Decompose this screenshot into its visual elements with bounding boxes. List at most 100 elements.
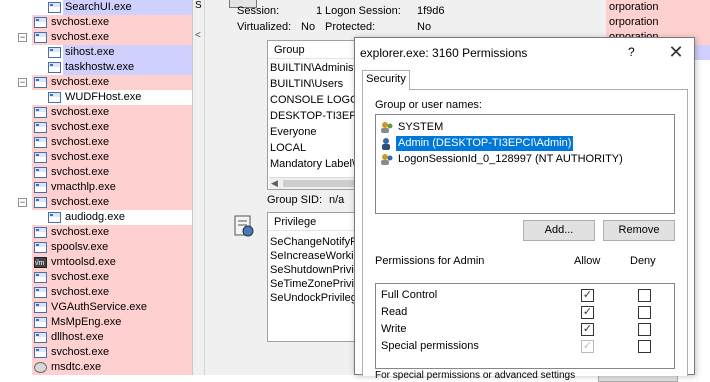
column-strip: S < xyxy=(192,0,204,375)
permissions-table: Full Control ✓ Read ✓ Write ✓ Special permissi… xyxy=(375,283,675,369)
process-row[interactable]: msdtc.exe xyxy=(32,360,192,375)
security-tab-panel: Group or user names: SYSTEM Admin (DESKTO… xyxy=(362,89,688,381)
process-name: svchost.exe xyxy=(49,345,192,360)
process-icon xyxy=(34,287,47,298)
process-icon xyxy=(34,302,47,313)
process-name: svchost.exe xyxy=(49,105,192,120)
collapse-toggle-icon[interactable]: − xyxy=(18,33,27,42)
process-row[interactable]: − svchost.exe xyxy=(18,195,192,210)
process-row[interactable]: svchost.exe xyxy=(32,120,192,135)
process-row[interactable]: svchost.exe xyxy=(32,285,192,300)
privilege-item[interactable]: SeTimeZonePrivile xyxy=(270,277,363,292)
user-name: LogonSessionId_0_128997 (NT AUTHORITY) xyxy=(398,153,623,165)
add-button[interactable]: Add... xyxy=(523,220,595,241)
process-row[interactable]: svchost.exe xyxy=(32,105,192,120)
remove-button[interactable]: Remove xyxy=(603,220,675,241)
privilege-icon xyxy=(234,215,254,237)
virtualized-label: Virtualized: xyxy=(237,21,292,33)
permission-row: Write ✓ xyxy=(376,322,674,339)
group-item[interactable]: BUILTIN\Users xyxy=(270,77,343,92)
process-name: svchost.exe xyxy=(49,150,192,165)
process-icon xyxy=(34,272,47,283)
allow-checkbox[interactable]: ✓ xyxy=(581,306,594,319)
process-tree[interactable]: SearchUI.exe svchost.exe − svchost.exe sihos… xyxy=(0,0,192,375)
privilege-column-header[interactable]: Privilege xyxy=(268,213,366,231)
process-row[interactable]: svchost.exe xyxy=(32,225,192,240)
process-icon xyxy=(34,152,47,163)
scroll-thumb[interactable] xyxy=(283,180,363,187)
allow-checkbox[interactable]: ✓ xyxy=(581,323,594,336)
deny-checkbox[interactable] xyxy=(638,340,651,353)
scroll-left-icon[interactable]: ◀ xyxy=(271,178,278,189)
process-row[interactable]: − svchost.exe xyxy=(18,75,192,90)
group-item[interactable]: BUILTIN\Administ xyxy=(270,61,357,76)
group-item[interactable]: CONSOLE LOGON xyxy=(270,93,366,108)
process-row[interactable]: MsMpEng.exe xyxy=(32,315,192,330)
collapse-toggle-icon[interactable]: − xyxy=(18,198,27,207)
process-row[interactable]: svchost.exe xyxy=(32,345,192,360)
advanced-settings-text: For special permissions or advanced sett… xyxy=(375,370,576,381)
dialog-title-bar[interactable]: explorer.exe: 3160 Permissions ? ✕ xyxy=(355,38,694,68)
collapse-toggle-icon[interactable]: − xyxy=(18,78,27,87)
process-row[interactable]: VGAuthService.exe xyxy=(32,300,192,315)
process-name: audiodg.exe xyxy=(63,210,192,225)
permission-row: Full Control ✓ xyxy=(376,288,674,305)
privileges-list[interactable]: Privilege SeChangeNotifyPr SeIncreaseWork… xyxy=(267,212,367,342)
allow-header: Allow xyxy=(574,255,601,267)
group-item[interactable]: LOCAL xyxy=(270,141,306,156)
process-row[interactable]: spoolsv.exe xyxy=(32,240,192,255)
help-button[interactable]: ? xyxy=(628,45,635,59)
deny-checkbox[interactable] xyxy=(638,323,651,336)
process-name: msdtc.exe xyxy=(49,360,192,375)
process-row[interactable]: svchost.exe xyxy=(32,165,192,180)
deny-checkbox[interactable] xyxy=(638,289,651,302)
process-row[interactable]: sihost.exe xyxy=(0,45,192,60)
process-icon xyxy=(34,32,47,43)
permissions-dialog: explorer.exe: 3160 Permissions ? ✕ Secur… xyxy=(354,37,695,381)
group-item[interactable]: Mandatory Label\N xyxy=(270,157,363,172)
privilege-item[interactable]: SeUndockPrivilege xyxy=(270,291,363,306)
scroll-left-arrow[interactable]: < xyxy=(195,30,201,41)
process-icon xyxy=(48,92,61,103)
process-row[interactable]: vmtoolsd.exe xyxy=(32,255,192,271)
process-row[interactable]: audiodg.exe xyxy=(0,210,192,225)
process-row[interactable]: dllhost.exe xyxy=(32,330,192,345)
process-row[interactable]: − svchost.exe xyxy=(18,30,192,45)
process-name: svchost.exe xyxy=(49,165,192,180)
service-icon xyxy=(34,362,47,373)
process-row[interactable]: svchost.exe xyxy=(32,135,192,150)
process-row[interactable]: svchost.exe xyxy=(32,150,192,165)
process-icon xyxy=(34,242,47,253)
privilege-item[interactable]: SeIncreaseWorkin xyxy=(270,249,360,264)
process-name: svchost.exe xyxy=(49,15,192,30)
allow-checkbox: ✓ xyxy=(581,340,594,353)
process-row[interactable]: WUDFHost.exe xyxy=(0,90,192,105)
permission-row: Special permissions ✓ xyxy=(376,339,674,356)
process-row[interactable]: svchost.exe xyxy=(32,270,192,285)
group-item[interactable]: DESKTOP-TI3EPC xyxy=(270,109,365,124)
process-row[interactable]: taskhostw.exe xyxy=(0,60,192,75)
privilege-item[interactable]: SeChangeNotifyPr xyxy=(270,235,361,250)
process-row[interactable]: svchost.exe xyxy=(32,15,192,30)
privilege-item[interactable]: SeShutdownPrivile xyxy=(270,263,362,278)
process-name: svchost.exe xyxy=(49,120,192,135)
group-item[interactable]: Everyone xyxy=(270,125,316,140)
process-icon xyxy=(34,167,47,178)
process-row[interactable]: SearchUI.exe xyxy=(0,0,192,15)
user-icon xyxy=(382,138,390,150)
groups-list[interactable]: Group ◀ BUILTIN\Administ BUILTIN\Users CON… xyxy=(267,40,367,190)
allow-checkbox[interactable]: ✓ xyxy=(581,289,594,302)
groups-horizontal-scrollbar[interactable]: ◀ xyxy=(269,177,365,189)
permission-name: Full Control xyxy=(381,289,438,301)
close-icon[interactable]: ✕ xyxy=(664,42,688,64)
group-column-header[interactable]: Group xyxy=(268,41,366,59)
process-icon xyxy=(34,197,47,208)
deny-checkbox[interactable] xyxy=(638,306,651,319)
group-sid-value: n/a xyxy=(329,194,345,206)
process-row[interactable]: vmacthlp.exe xyxy=(32,180,192,195)
session-value: 1 xyxy=(316,5,323,17)
group-user-list[interactable]: SYSTEM Admin (DESKTOP-TI3EPCI\Admin) Logon… xyxy=(375,114,675,214)
group-sid-label: Group SID: xyxy=(267,194,323,206)
process-icon xyxy=(34,107,47,118)
tab-security[interactable]: Security xyxy=(362,70,410,90)
